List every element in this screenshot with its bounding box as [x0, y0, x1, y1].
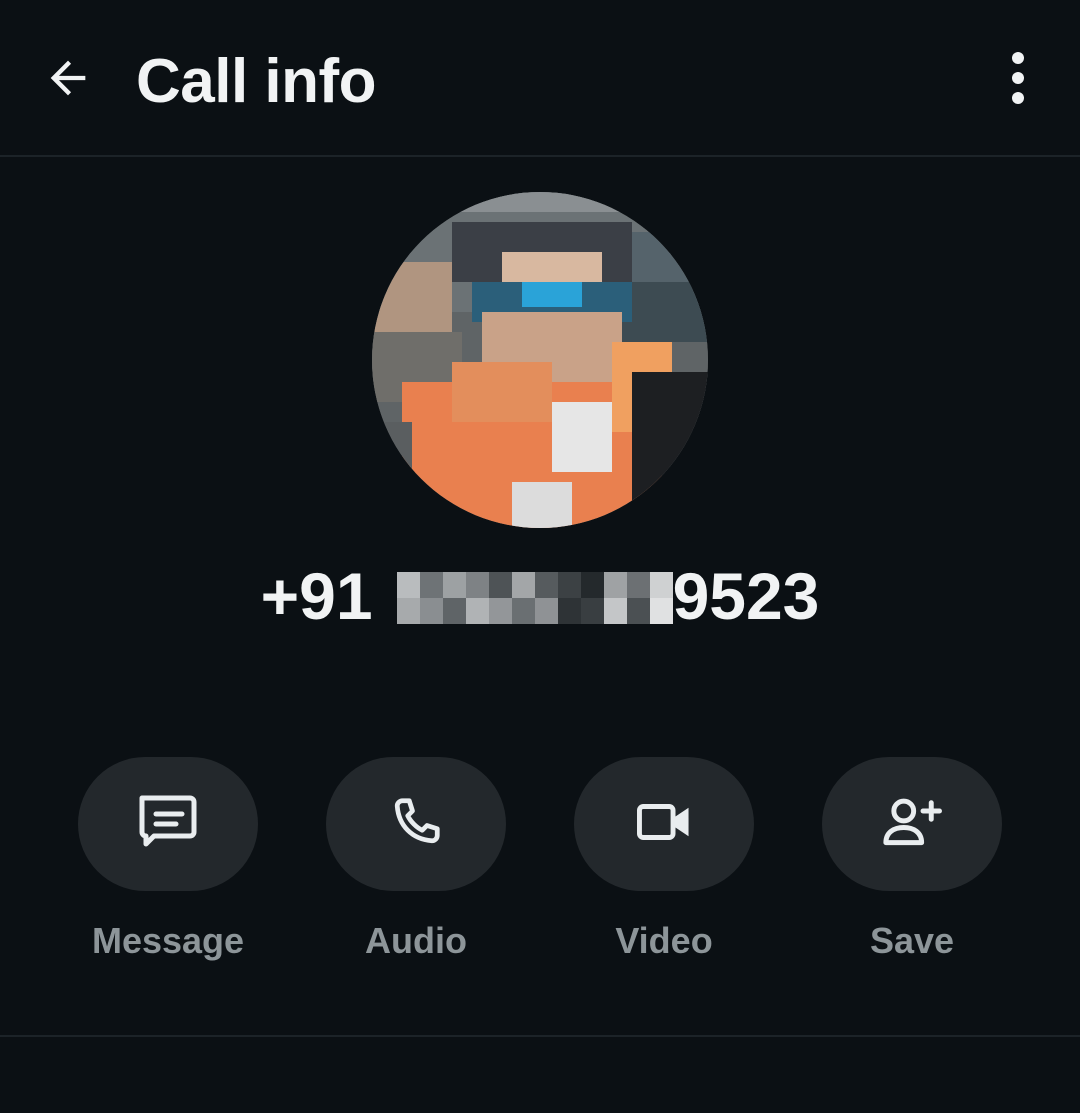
message-button[interactable] — [78, 757, 258, 891]
video-action[interactable]: Video — [574, 757, 754, 977]
contact-avatar[interactable] — [372, 192, 708, 528]
more-vertical-icon — [1010, 51, 1026, 109]
save-label: Save — [869, 920, 955, 961]
add-person-icon — [879, 789, 945, 860]
visible-number-suffix: 9523 — [672, 559, 820, 633]
country-code: +91 — [260, 559, 373, 633]
profile-photo-pixelated — [372, 192, 708, 528]
back-button[interactable] — [30, 44, 106, 116]
contact-phone-number: +91 9523 — [0, 556, 1080, 636]
message-label: Message — [91, 920, 245, 961]
message-action[interactable]: Message — [78, 757, 258, 977]
video-call-button[interactable] — [574, 757, 754, 891]
section-divider — [0, 1035, 1080, 1037]
video-icon — [633, 791, 695, 858]
save-contact-button[interactable] — [822, 757, 1002, 891]
call-info-screen: Call info +91 9523 Message Audio Video S… — [0, 0, 1080, 1113]
action-row: Message Audio Video Save — [0, 757, 1080, 977]
audio-action[interactable]: Audio — [326, 757, 506, 977]
app-bar: Call info — [0, 0, 1080, 157]
message-icon — [136, 790, 200, 859]
video-label: Video — [615, 920, 713, 961]
phone-icon — [386, 792, 446, 857]
arrow-left-icon — [42, 52, 94, 109]
save-action[interactable]: Save — [822, 757, 1002, 977]
page-title: Call info — [136, 47, 377, 116]
more-options-button[interactable] — [990, 44, 1046, 116]
audio-label: Audio — [365, 920, 467, 961]
redacted-number-block — [396, 571, 673, 624]
audio-call-button[interactable] — [326, 757, 506, 891]
